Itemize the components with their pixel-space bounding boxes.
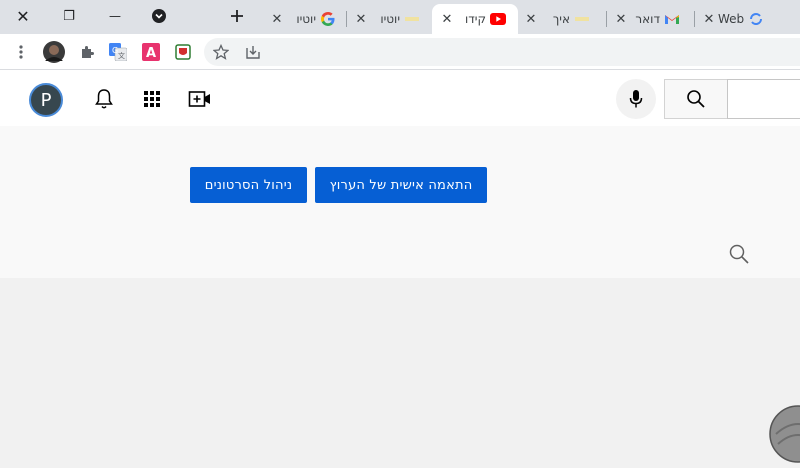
- apps-button[interactable]: [139, 86, 165, 112]
- notifications-button[interactable]: [91, 86, 117, 112]
- tab-title: יוטיו: [296, 12, 316, 26]
- tab-separator: [694, 11, 695, 27]
- adblock-extension-button[interactable]: [172, 41, 194, 63]
- gmail-icon: [664, 11, 680, 27]
- svg-text:文: 文: [118, 51, 125, 60]
- avatar-letter: P: [40, 89, 52, 111]
- tab-title: יוטיו: [380, 12, 400, 26]
- address-bar[interactable]: [204, 38, 800, 66]
- search-input[interactable]: [727, 79, 800, 119]
- tab-generic-1[interactable]: ✕ יוטיו: [352, 4, 430, 34]
- video-camera-plus-icon: [188, 91, 210, 107]
- letter-a-icon: A: [142, 43, 160, 61]
- google-translate-icon: G文: [109, 43, 127, 61]
- install-app-button[interactable]: [242, 41, 264, 63]
- manage-videos-button[interactable]: ניהול הסרטונים: [190, 167, 307, 203]
- google-icon: [320, 11, 336, 27]
- tab-close-icon[interactable]: ✕: [522, 12, 540, 27]
- account-avatar[interactable]: P: [29, 83, 63, 117]
- new-tab-button[interactable]: [214, 0, 260, 32]
- search-button[interactable]: [664, 79, 728, 119]
- search-icon: [687, 90, 705, 108]
- mascot-image-icon: [769, 405, 800, 463]
- window-restore-button[interactable]: ❐: [46, 0, 92, 32]
- svg-text:A: A: [146, 46, 156, 61]
- tab-title: דואר: [635, 12, 660, 26]
- tab-separator: [346, 11, 347, 27]
- tab-close-icon[interactable]: ✕: [438, 12, 456, 27]
- close-icon: ✕: [16, 6, 30, 26]
- star-icon: [213, 44, 229, 60]
- minimize-icon: —: [109, 9, 121, 23]
- bookmark-star-button[interactable]: [210, 41, 232, 63]
- bell-icon: [95, 89, 113, 109]
- mascot-illustration: [768, 404, 800, 464]
- extensions-button[interactable]: [76, 41, 98, 63]
- refresh-icon: [748, 11, 764, 27]
- translate-extension-button[interactable]: G文: [107, 41, 129, 63]
- plus-icon: [231, 10, 243, 22]
- tab-generic-2[interactable]: ✕ איך: [522, 4, 602, 34]
- tab-youtube-active[interactable]: ✕ קידו: [432, 4, 518, 34]
- window-minimize-button[interactable]: —: [92, 0, 138, 32]
- channel-content: [0, 278, 800, 450]
- tab-separator: [606, 11, 607, 27]
- browser-toolbar: G文 A: [0, 34, 800, 70]
- tab-close-icon[interactable]: ✕: [268, 12, 286, 27]
- menu-button[interactable]: [10, 41, 32, 63]
- tab-google[interactable]: ✕ יוטיו: [268, 4, 344, 34]
- microphone-icon: [629, 90, 643, 108]
- customize-channel-button[interactable]: התאמה אישית של הערוץ: [315, 167, 487, 203]
- profile-button[interactable]: [43, 41, 65, 63]
- shield-icon: [175, 44, 191, 60]
- chevron-down-icon: [152, 9, 166, 23]
- tab-title: קידו: [464, 12, 486, 26]
- tab-title: Web: [718, 12, 744, 26]
- create-video-button[interactable]: [187, 86, 213, 112]
- voice-search-button[interactable]: [616, 79, 656, 119]
- tab-title: איך: [552, 12, 570, 26]
- channel-search-button[interactable]: [728, 243, 750, 265]
- grid-apps-icon: [144, 91, 160, 107]
- install-icon: [246, 46, 260, 59]
- page-icon: [404, 11, 420, 27]
- tab-gmail[interactable]: ✕ דואר: [612, 4, 692, 34]
- tab-close-icon[interactable]: ✕: [700, 12, 718, 27]
- search-icon: [729, 244, 749, 264]
- profile-avatar-icon: [43, 41, 65, 63]
- puzzle-icon: [82, 46, 94, 58]
- restore-icon: ❐: [63, 8, 75, 24]
- window-close-button[interactable]: ✕: [0, 0, 46, 32]
- youtube-icon: [490, 11, 506, 27]
- kebab-menu-icon: [19, 45, 23, 59]
- tab-close-icon[interactable]: ✕: [352, 12, 370, 27]
- tab-search-button[interactable]: [136, 0, 182, 32]
- page-icon: [574, 11, 590, 27]
- tab-strip: ✕ ❐ — ✕ יוטיו ✕ יוטיו ✕ קידו ✕ איך ✕ דוא…: [0, 0, 800, 34]
- tab-web[interactable]: ✕ Web: [700, 4, 800, 34]
- tab-close-icon[interactable]: ✕: [612, 12, 630, 27]
- font-extension-button[interactable]: A: [140, 41, 162, 63]
